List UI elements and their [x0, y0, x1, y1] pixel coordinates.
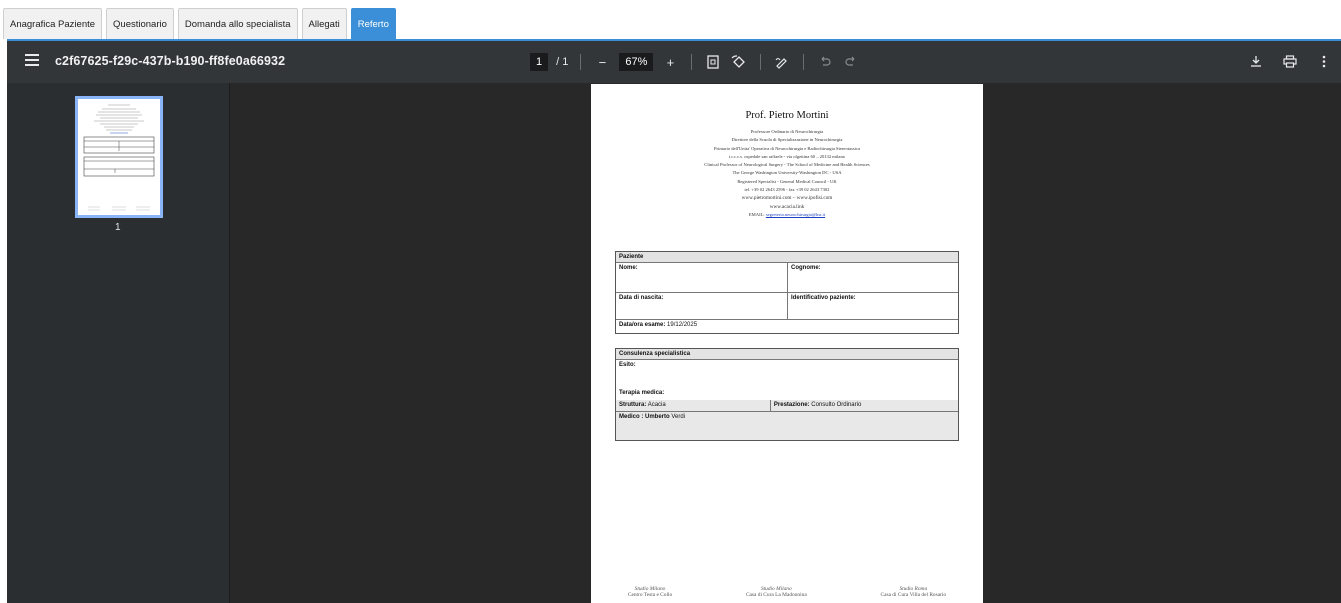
download-icon[interactable]	[1247, 52, 1265, 70]
toolbar-center: 1 / 1 − 67% +	[530, 51, 860, 73]
consulenza-title: Consulenza specialistica	[616, 349, 958, 360]
footer-studio-place: Casa di Cura La Madonnina	[745, 592, 807, 598]
doctor-header: Prof. Pietro Mortini Professore Ordinari…	[591, 110, 983, 219]
pdf-toolbar: c2f67625-f29c-437b-b190-ff8fe0a66932 1 /…	[7, 41, 1341, 83]
footer-studio: Studio Milano Centro Testa e Collo	[628, 586, 672, 598]
separator	[760, 54, 762, 70]
header-line: Registered Specialist - General Medical …	[737, 178, 837, 184]
email-link[interactable]: segreteria.neurochirurgia@hsr.it	[766, 212, 825, 217]
header-line: i.r.c.c.s. ospedale san raffaele - via o…	[728, 153, 846, 159]
toolbar-right	[1247, 52, 1333, 70]
tab-allegati[interactable]: Allegati	[301, 8, 347, 39]
pdf-viewer: c2f67625-f29c-437b-b190-ff8fe0a66932 1 /…	[7, 41, 1341, 603]
cognome-label: Cognome:	[787, 263, 958, 292]
tab-anagrafica-paziente[interactable]: Anagrafica Paziente	[3, 8, 103, 39]
header-line: Professore Ordinario di Neurochirurgia	[750, 129, 824, 134]
medico-value: Verdi	[671, 414, 686, 420]
tab-referto[interactable]: Referto	[350, 8, 396, 39]
header-line: tel. +39 02 2643 2596 - fax +39 02 2643 …	[744, 187, 830, 193]
doctor-name: Prof. Pietro Mortini	[745, 110, 829, 121]
page-total: / 1	[556, 56, 569, 68]
header-line: The George Washington University-Washing…	[732, 170, 842, 176]
prestazione-value: Consulto Ordinario	[811, 402, 862, 408]
terapia-label: Terapia medica:	[619, 390, 665, 396]
tab-domanda-specialista[interactable]: Domanda allo specialista	[177, 8, 298, 39]
struttura: Struttura: Acacia	[616, 400, 770, 411]
header-line: Primario dell'Unita' Operativa di Neuroc…	[713, 145, 860, 151]
struttura-label: Struttura:	[619, 402, 647, 408]
header-line: www.pietromortini.com – www.ipofisi.com	[741, 195, 833, 202]
separator	[691, 54, 693, 70]
esame-label: Data/ora esame:	[619, 322, 666, 328]
header-line: Direttore della Scuola di Specializzazio…	[731, 137, 843, 143]
paziente-section: Paziente Nome: Cognome: Data di nascita:…	[615, 251, 959, 334]
footer-studio: Studio Roma Casa di Cura Villa del Rosar…	[880, 586, 946, 598]
footer-studio-place: Centro Testa e Collo	[627, 592, 673, 598]
document-page: Prof. Pietro Mortini Professore Ordinari…	[591, 84, 983, 603]
rotate-icon[interactable]	[730, 53, 748, 71]
print-icon[interactable]	[1281, 52, 1299, 70]
nome-label: Nome:	[619, 265, 638, 271]
tab-bar: Anagrafica Paziente Questionario Domanda…	[0, 0, 1341, 42]
header-line: Clinical Professor of Neurological Surge…	[704, 162, 870, 168]
footer-studio-place: Casa di Cura Villa del Rosario	[880, 592, 947, 598]
menu-icon[interactable]	[25, 54, 39, 70]
fit-page-icon[interactable]	[704, 53, 722, 71]
esito-label: Esito:	[619, 362, 636, 368]
annotate-icon[interactable]	[773, 53, 791, 71]
esame-value: 19/12/2025	[667, 322, 698, 328]
consulenza-section: Consulenza specialistica Esito: Terapia …	[615, 348, 959, 441]
thumbnail-page-number: 1	[115, 222, 121, 233]
email-label: EMAIL:	[748, 211, 765, 217]
id-paziente-label: Identificativo paziente:	[787, 293, 958, 319]
nascita-label: Data di nascita:	[619, 295, 664, 301]
data-esame: Data/ora esame: 19/12/2025	[616, 320, 700, 333]
page-number-input[interactable]: 1	[530, 53, 549, 71]
separator	[580, 54, 582, 70]
struttura-value: Acacia	[647, 402, 666, 408]
tab-questionario[interactable]: Questionario	[106, 8, 174, 39]
prestazione: Prestazione: Consulto Ordinario	[769, 400, 958, 411]
header-line: www.acacia.link	[769, 203, 805, 210]
prestazione-label: Prestazione:	[773, 402, 810, 408]
medico: Medico : Umberto Verdi	[616, 412, 688, 440]
footer-studio: Studio Milano Casa di Cura La Madonnina	[746, 586, 807, 598]
thumbnail-sidebar: 1	[7, 83, 230, 603]
header-email: EMAIL: segreteria.neurochirurgia@hsr.it	[591, 211, 983, 219]
document-footer: Studio Milano Centro Testa e Collo Studi…	[591, 586, 983, 598]
separator	[803, 54, 805, 70]
undo-icon[interactable]	[816, 53, 834, 71]
paziente-title: Paziente	[616, 252, 958, 263]
medico-label: Medico : Umberto	[619, 414, 670, 420]
zoom-input[interactable]: 67%	[619, 53, 654, 71]
zoom-in-button[interactable]: +	[661, 53, 679, 71]
page-thumbnail[interactable]	[75, 96, 163, 218]
more-icon[interactable]	[1315, 52, 1333, 70]
zoom-out-button[interactable]: −	[593, 53, 611, 71]
redo-icon[interactable]	[842, 53, 860, 71]
document-title: c2f67625-f29c-437b-b190-ff8fe0a66932	[55, 54, 286, 68]
